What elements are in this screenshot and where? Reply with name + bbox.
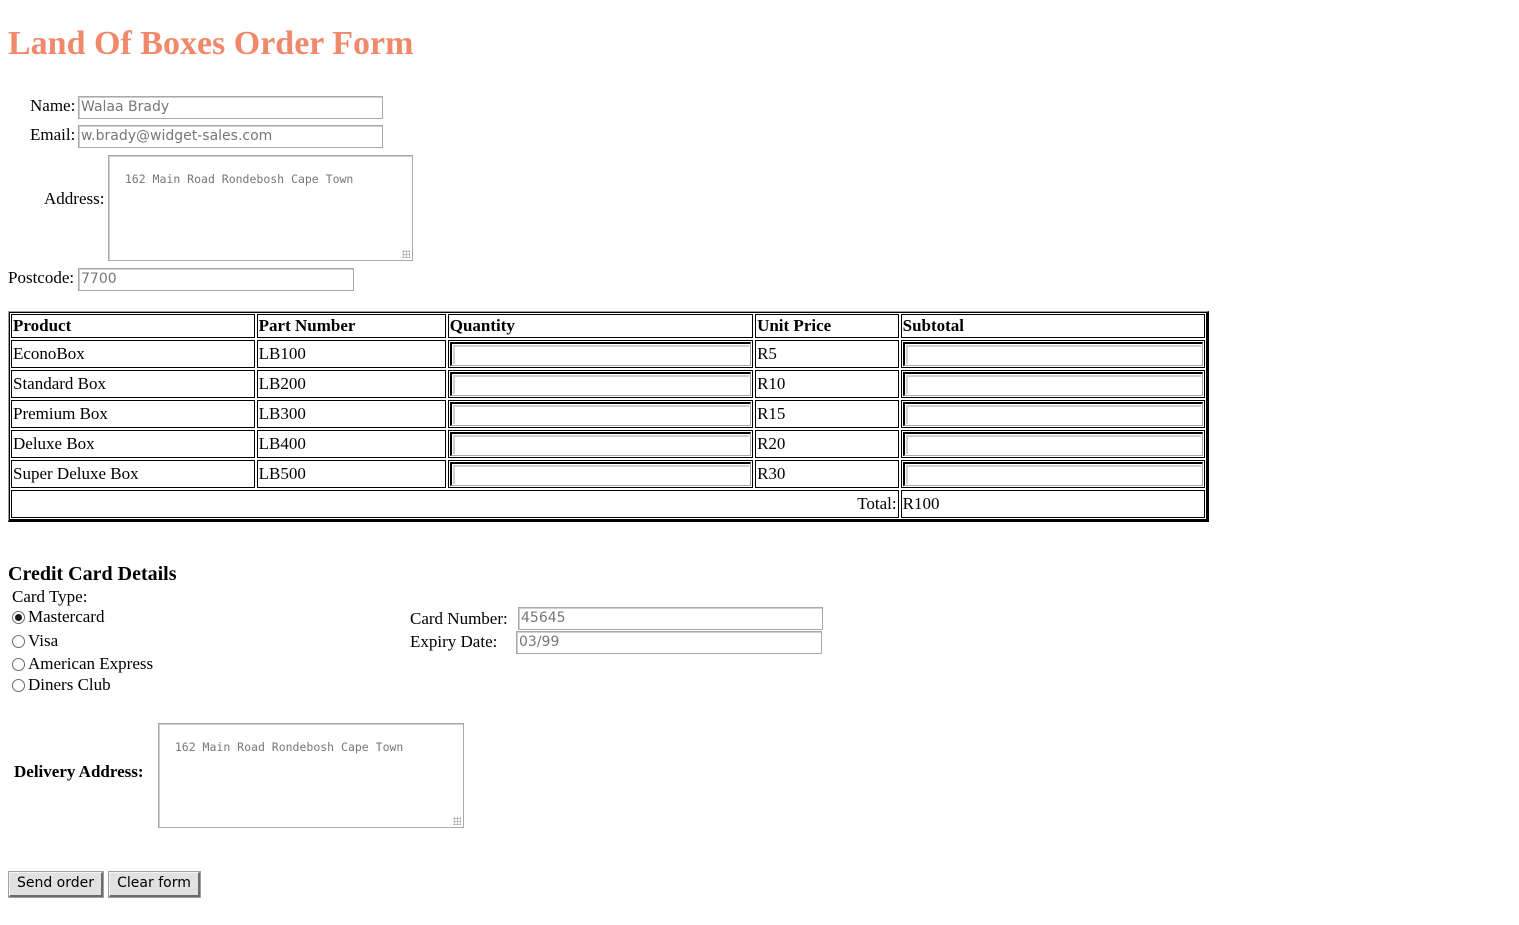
radio-label: Visa [28, 631, 59, 650]
quantity-cell [447, 340, 754, 368]
radio-diners-club[interactable]: Diners Club [12, 675, 111, 695]
column-header-part-number: Part Number [256, 314, 446, 338]
name-field[interactable]: Walaa Brady [78, 96, 383, 119]
quantity-input[interactable] [449, 372, 752, 396]
total-row: Total: R100 [11, 490, 1205, 518]
table-row: EconoBox LB100 R5 [11, 340, 1205, 368]
subtotal-input[interactable] [902, 372, 1203, 396]
credit-card-heading: Credit Card Details [8, 563, 177, 585]
quantity-input[interactable] [449, 432, 752, 456]
send-order-button[interactable]: Send order [8, 871, 104, 898]
radio-unchecked-icon[interactable] [12, 635, 25, 648]
card-number-label: Card Number: [410, 609, 508, 628]
radio-label: Diners Club [28, 675, 111, 694]
card-type-label: Card Type: [12, 587, 88, 606]
page-title: Land Of Boxes Order Form [8, 25, 414, 62]
radio-unchecked-icon[interactable] [12, 658, 25, 671]
email-field[interactable]: w.brady@widget-sales.com [78, 125, 383, 148]
radio-checked-icon[interactable] [12, 611, 25, 624]
table-row: Standard Box LB200 R10 [11, 370, 1205, 398]
subtotal-input[interactable] [902, 432, 1203, 456]
subtotal-cell [900, 340, 1205, 368]
subtotal-input[interactable] [902, 342, 1203, 366]
address-label: Address: [44, 189, 105, 208]
part-number-cell: LB200 [256, 370, 446, 398]
radio-unchecked-icon[interactable] [12, 679, 25, 692]
name-label: Name: [30, 96, 76, 115]
table-row: Super Deluxe Box LB500 R30 [11, 460, 1205, 488]
product-cell: Super Deluxe Box [11, 460, 255, 488]
subtotal-cell [900, 430, 1205, 458]
expiry-date-field[interactable]: 03/99 [516, 631, 822, 654]
subtotal-input[interactable] [902, 462, 1203, 486]
product-cell: EconoBox [11, 340, 255, 368]
subtotal-cell [900, 460, 1205, 488]
quantity-input[interactable] [449, 402, 752, 426]
product-cell: Premium Box [11, 400, 255, 428]
part-number-cell: LB500 [256, 460, 446, 488]
radio-visa[interactable]: Visa [12, 631, 58, 651]
subtotal-cell [900, 400, 1205, 428]
unit-price-cell: R30 [755, 460, 899, 488]
column-header-unit-price: Unit Price [755, 314, 899, 338]
table-row: Deluxe Box LB400 R20 [11, 430, 1205, 458]
unit-price-cell: R20 [755, 430, 899, 458]
radio-american-express[interactable]: American Express [12, 654, 153, 674]
delivery-address-text: 162 Main Road Rondebosh Cape Town [174, 740, 404, 754]
product-cell: Deluxe Box [11, 430, 255, 458]
address-field[interactable]: 162 Main Road Rondebosh Cape Town [108, 155, 413, 261]
unit-price-cell: R5 [755, 340, 899, 368]
radio-label: American Express [28, 654, 154, 673]
quantity-cell [447, 460, 754, 488]
column-header-product: Product [11, 314, 255, 338]
unit-price-cell: R10 [755, 370, 899, 398]
table-header-row: Product Part Number Quantity Unit Price … [11, 314, 1205, 338]
radio-mastercard[interactable]: Mastercard [12, 607, 104, 627]
card-number-field[interactable]: 45645 [518, 607, 823, 630]
email-label: Email: [30, 125, 76, 144]
quantity-cell [447, 370, 754, 398]
order-table: Product Part Number Quantity Unit Price … [8, 311, 1209, 522]
postcode-label: Postcode: [8, 268, 75, 287]
part-number-cell: LB300 [256, 400, 446, 428]
delivery-address-field[interactable]: 162 Main Road Rondebosh Cape Town [158, 723, 464, 828]
clear-form-button[interactable]: Clear form [108, 871, 201, 898]
subtotal-cell [900, 370, 1205, 398]
expiry-date-label: Expiry Date: [410, 632, 498, 651]
quantity-input[interactable] [449, 342, 752, 366]
part-number-cell: LB400 [256, 430, 446, 458]
total-label: Total: [11, 490, 899, 518]
part-number-cell: LB100 [256, 340, 446, 368]
resize-grip-icon[interactable] [402, 250, 410, 258]
total-value: R100 [900, 490, 1205, 518]
delivery-address-label: Delivery Address: [14, 762, 144, 781]
column-header-quantity: Quantity [447, 314, 754, 338]
postcode-field[interactable]: 7700 [78, 268, 354, 291]
resize-grip-icon[interactable] [453, 817, 461, 825]
quantity-cell [447, 400, 754, 428]
column-header-subtotal: Subtotal [900, 314, 1205, 338]
address-field-text: 162 Main Road Rondebosh Cape Town [124, 172, 354, 186]
radio-label: Mastercard [28, 607, 105, 626]
quantity-cell [447, 430, 754, 458]
table-row: Premium Box LB300 R15 [11, 400, 1205, 428]
subtotal-input[interactable] [902, 402, 1203, 426]
unit-price-cell: R15 [755, 400, 899, 428]
quantity-input[interactable] [449, 462, 752, 486]
product-cell: Standard Box [11, 370, 255, 398]
